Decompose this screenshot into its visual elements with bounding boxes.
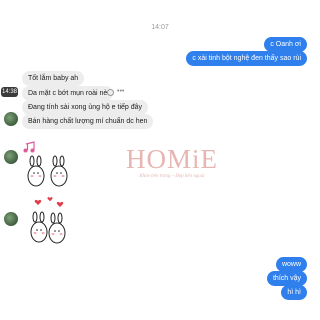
chat-window: 14:07 c Oanh ơi c xài tinh bột nghệ đen … [0,0,320,320]
message-outgoing[interactable]: woww [275,257,307,272]
message-incoming[interactable]: Bán hàng chất lượng mí chuẩn dc hen [22,114,154,129]
message-incoming[interactable]: Đang tính sài xong ủng hộ e tiếp đây [22,100,149,115]
watermark-title: HOMiE [126,144,218,174]
message-incoming[interactable]: Da mặt c bớt mụn roài nè [22,86,114,101]
heart-icon [34,197,64,207]
sticker-bunnies-music[interactable] [20,140,80,190]
message-outgoing[interactable]: c xài tinh bột nghệ đen thấy sao rùi [186,51,307,66]
message-outgoing[interactable]: thích vậy [266,271,307,286]
timestamp: 14:07 [151,24,169,31]
avatar[interactable] [4,212,18,226]
message-outgoing[interactable]: c Oanh ơi [264,37,307,52]
message-incoming[interactable]: Tốt lắm baby ah [22,71,85,86]
more-dots-icon[interactable]: ••• [117,88,124,96]
hover-time-badge: 14:38 [1,87,18,97]
message-outgoing[interactable]: hì hì [281,285,307,300]
message-actions: ••• [107,88,124,96]
avatar[interactable] [4,112,18,126]
music-note-icon [23,141,35,153]
avatar[interactable] [4,150,18,164]
smiley-icon[interactable] [107,88,114,96]
watermark-logo: HOMiE Khỏe bên trong – Đẹp bên ngoài [117,145,227,179]
sticker-bunnies-hearts[interactable] [22,196,82,246]
watermark-subtitle: Khỏe bên trong – Đẹp bên ngoài [139,174,205,179]
